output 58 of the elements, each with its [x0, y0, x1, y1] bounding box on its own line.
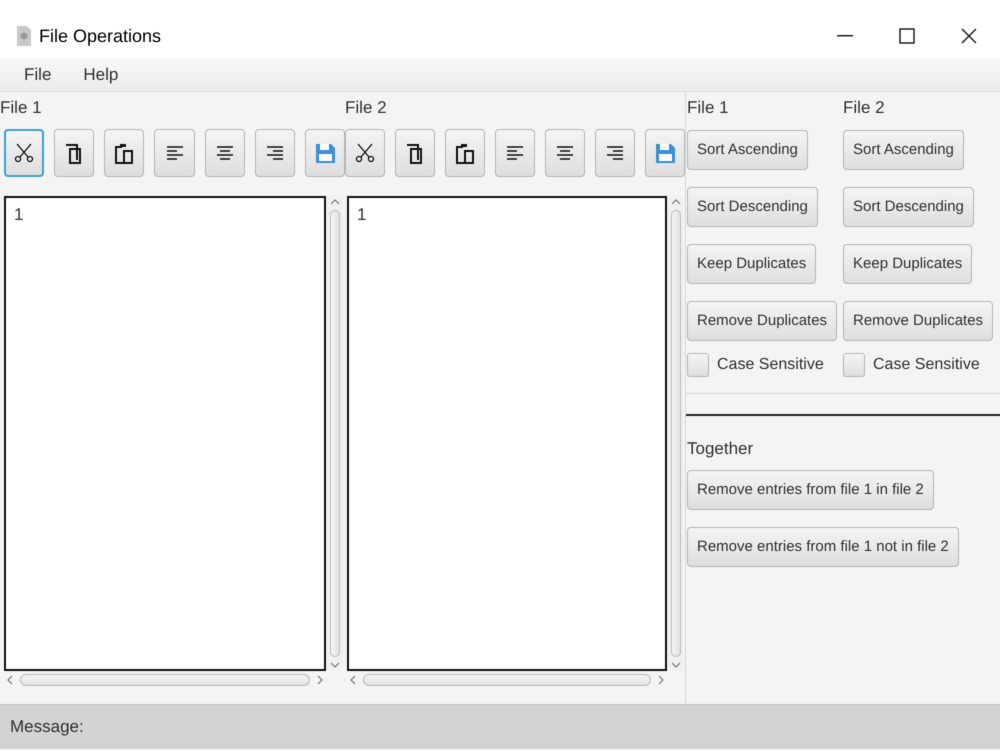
text-area[interactable]: 1 [4, 196, 326, 671]
toolbar-button[interactable] [495, 129, 535, 177]
chevron-up-icon[interactable] [670, 198, 680, 206]
scroll-thumb[interactable] [670, 210, 680, 657]
action-button[interactable]: Remove entries from file 1 in file 2 [687, 470, 934, 510]
toolbar-button[interactable] [445, 129, 485, 177]
section-label: File 1 [0, 97, 42, 119]
chevron-right-icon[interactable] [316, 675, 324, 685]
action-button[interactable]: Sort Descending [687, 187, 818, 227]
toolbar-button[interactable] [254, 129, 295, 177]
text-area[interactable]: 1 [347, 196, 667, 671]
scroll-thumb[interactable] [363, 674, 651, 686]
text-line: 1 [357, 204, 368, 226]
section-label: Together [687, 438, 754, 460]
chevron-left-icon[interactable] [349, 675, 357, 685]
chevron-down-icon[interactable] [670, 661, 680, 669]
action-button[interactable]: Keep Duplicates [843, 244, 972, 284]
window-title: File Operations [39, 24, 162, 48]
vertical-scrollbar[interactable] [326, 196, 343, 671]
chevron-up-icon[interactable] [330, 198, 340, 206]
toolbar-button[interactable] [104, 129, 144, 177]
status-label: Message: [10, 716, 84, 738]
section-label: File 2 [843, 97, 885, 119]
action-button[interactable]: Keep Duplicates [687, 244, 816, 284]
minimize-icon [837, 35, 853, 37]
toolbar-button[interactable] [595, 129, 635, 177]
toolbar-button[interactable] [545, 129, 585, 177]
scroll-thumb[interactable] [20, 674, 310, 686]
scissors-icon [353, 141, 377, 165]
toolbar-button[interactable] [345, 129, 385, 177]
text-line: 1 [14, 204, 24, 226]
checkbox[interactable] [843, 353, 865, 377]
action-button[interactable]: Sort Descending [843, 187, 974, 227]
action-button[interactable]: Sort Ascending [687, 130, 808, 170]
section-label: File 2 [345, 97, 387, 119]
maximize-icon [899, 28, 915, 44]
toolbar-button[interactable] [154, 129, 195, 177]
chevron-down-icon[interactable] [330, 661, 340, 669]
chevron-right-icon[interactable] [657, 675, 665, 685]
menu-item[interactable]: File [14, 62, 62, 88]
clipboard-icon [453, 141, 477, 165]
scroll-thumb[interactable] [330, 210, 340, 657]
action-button[interactable]: Sort Ascending [843, 130, 964, 170]
toolbar-button[interactable] [204, 129, 245, 177]
toolbar-button[interactable] [4, 129, 44, 177]
section-label: File 1 [687, 97, 729, 119]
vertical-scrollbar[interactable] [667, 196, 684, 671]
toolbar-button[interactable] [54, 129, 94, 177]
action-button[interactable]: Remove Duplicates [843, 301, 994, 341]
menu-item[interactable]: Help [73, 62, 128, 88]
checkbox-option[interactable]: Case Sensitive [687, 353, 824, 377]
action-button[interactable]: Remove Duplicates [687, 301, 838, 341]
toolbar-button[interactable] [395, 129, 435, 177]
chevron-left-icon[interactable] [6, 675, 14, 685]
checkbox[interactable] [687, 353, 709, 377]
close-icon [961, 28, 977, 44]
checkbox-option[interactable]: Case Sensitive [843, 353, 980, 377]
action-button[interactable]: Remove entries from file 1 not in file 2 [687, 527, 959, 567]
